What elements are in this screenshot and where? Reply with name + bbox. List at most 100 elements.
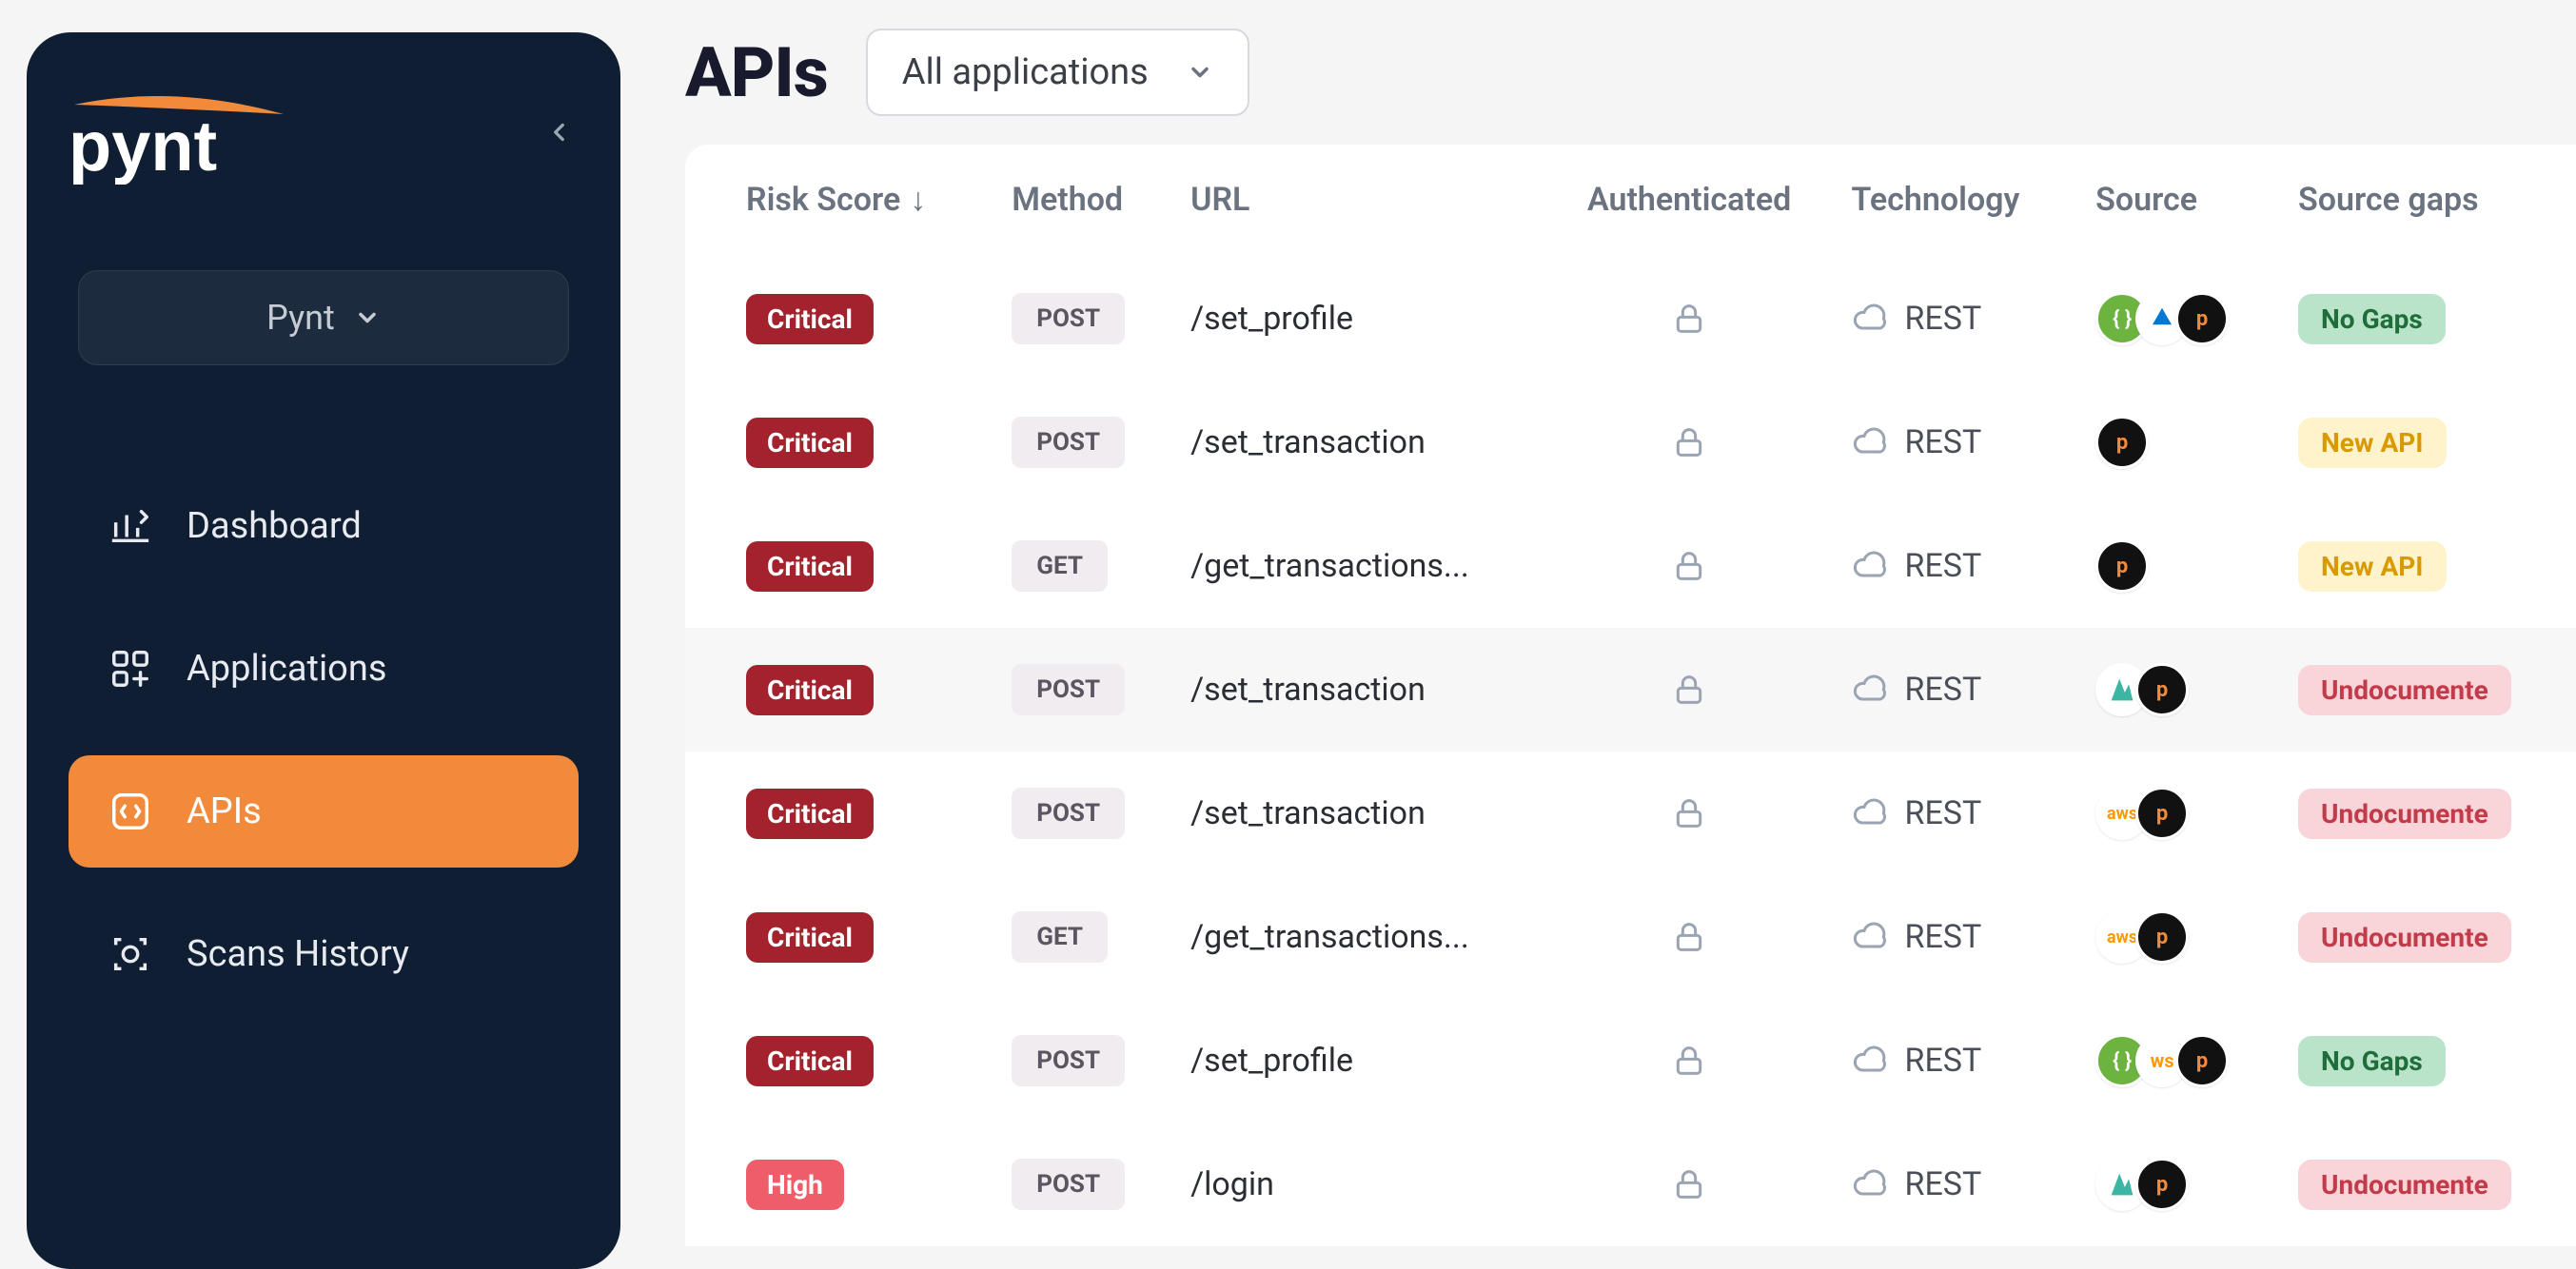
logo-row: pynt xyxy=(69,80,579,185)
table-row[interactable]: Critical POST /set_transaction REST awsp… xyxy=(685,752,2576,875)
api-url: /set_profile xyxy=(1190,1042,1353,1080)
table-row[interactable]: Critical GET /get_transactions... REST a… xyxy=(685,875,2576,999)
col-method[interactable]: Method xyxy=(993,154,1171,257)
api-url: /get_transactions... xyxy=(1190,918,1469,956)
sidebar-item-applications[interactable]: Applications xyxy=(69,613,579,725)
tech-label: REST xyxy=(1905,1042,1982,1080)
sidebar-panel: pynt Pynt Dashboard xyxy=(27,32,620,1269)
method-badge: POST xyxy=(1012,1159,1125,1210)
source-pynt-icon: p xyxy=(2135,663,2189,716)
source-gap-badge: Undocumente xyxy=(2298,1160,2511,1210)
tech-label: REST xyxy=(1905,300,1982,338)
method-badge: POST xyxy=(1012,293,1125,344)
method-badge: POST xyxy=(1012,1035,1125,1086)
source-pynt-icon: p xyxy=(2095,416,2149,469)
cloud-icon xyxy=(1852,547,1890,585)
method-badge: GET xyxy=(1012,911,1108,963)
chevron-left-icon xyxy=(547,120,572,145)
api-url: /set_transaction xyxy=(1190,423,1426,461)
api-url: /set_transaction xyxy=(1190,794,1426,832)
api-url: /login xyxy=(1190,1165,1274,1203)
source-gap-badge: New API xyxy=(2298,418,2446,468)
risk-badge: Critical xyxy=(746,541,874,592)
risk-badge: Critical xyxy=(746,294,874,344)
source-gap-badge: Undocumente xyxy=(2298,665,2511,715)
technology-cell: REST xyxy=(1852,1042,2058,1080)
source-pynt-icon: p xyxy=(2095,539,2149,593)
source-cell: p xyxy=(2095,663,2260,716)
brand-logo: pynt xyxy=(69,80,287,185)
risk-badge: High xyxy=(746,1160,844,1210)
col-url[interactable]: URL xyxy=(1171,154,1546,257)
source-pynt-icon: p xyxy=(2175,1034,2229,1087)
source-gap-badge: No Gaps xyxy=(2298,1036,2446,1086)
source-pynt-icon: p xyxy=(2175,292,2229,345)
col-risk[interactable]: Risk Score↓ xyxy=(685,154,993,257)
source-gap-badge: Undocumente xyxy=(2298,789,2511,839)
org-selector[interactable]: Pynt xyxy=(78,270,569,365)
cloud-icon xyxy=(1852,671,1890,709)
col-auth[interactable]: Authenticated xyxy=(1546,154,1833,257)
applications-icon xyxy=(107,645,154,693)
tech-label: REST xyxy=(1905,794,1982,832)
header-row: APIs All applications xyxy=(647,29,2576,145)
cloud-icon xyxy=(1852,423,1890,461)
authenticated-cell xyxy=(1565,794,1814,832)
sidebar-item-label: Dashboard xyxy=(187,505,362,547)
sidebar-item-label: Scans History xyxy=(187,933,409,975)
table-row[interactable]: Critical POST /set_transaction REST p Un… xyxy=(685,628,2576,752)
apis-icon xyxy=(107,788,154,835)
application-filter[interactable]: All applications xyxy=(866,29,1249,116)
lock-icon xyxy=(1670,300,1708,338)
api-url: /get_transactions... xyxy=(1190,547,1469,585)
col-source[interactable]: Source xyxy=(2076,154,2279,257)
source-pynt-icon: p xyxy=(2135,910,2189,964)
source-cell: p xyxy=(2095,416,2260,469)
table-row[interactable]: High POST /login REST p Undocumente xyxy=(685,1123,2576,1246)
sidebar-collapse-button[interactable] xyxy=(541,113,579,151)
source-cell: p xyxy=(2095,1158,2260,1211)
brand-name-text: pynt xyxy=(69,107,217,185)
api-url: /set_transaction xyxy=(1190,671,1426,709)
source-gap-badge: No Gaps xyxy=(2298,294,2446,344)
col-tech[interactable]: Technology xyxy=(1833,154,2077,257)
authenticated-cell xyxy=(1565,1165,1814,1203)
sort-desc-icon: ↓ xyxy=(910,181,926,219)
tech-label: REST xyxy=(1905,1165,1982,1203)
cloud-icon xyxy=(1852,1165,1890,1203)
page-title: APIs xyxy=(685,32,828,113)
table-row[interactable]: Critical POST /set_profile REST { }wsp N… xyxy=(685,999,2576,1123)
col-gaps[interactable]: Source gaps xyxy=(2279,154,2576,257)
table-row[interactable]: Critical POST /set_profile REST { }p No … xyxy=(685,257,2576,381)
technology-cell: REST xyxy=(1852,300,2058,338)
source-pynt-icon: p xyxy=(2135,1158,2189,1211)
lock-icon xyxy=(1670,1042,1708,1080)
filter-label: All applications xyxy=(902,51,1149,93)
authenticated-cell xyxy=(1565,423,1814,461)
method-badge: POST xyxy=(1012,664,1125,715)
risk-badge: Critical xyxy=(746,1036,874,1086)
cloud-icon xyxy=(1852,1042,1890,1080)
sidebar-nav: Dashboard Applications APIs xyxy=(69,470,579,1010)
table-row[interactable]: Critical GET /get_transactions... REST p… xyxy=(685,504,2576,628)
table-row[interactable]: Critical POST /set_transaction REST p Ne… xyxy=(685,381,2576,504)
sidebar-item-apis[interactable]: APIs xyxy=(69,755,579,868)
lock-icon xyxy=(1670,794,1708,832)
table-header-row: Risk Score↓ Method URL Authenticated Tec… xyxy=(685,154,2576,257)
sidebar-item-scans-history[interactable]: Scans History xyxy=(69,898,579,1010)
lock-icon xyxy=(1670,423,1708,461)
risk-badge: Critical xyxy=(746,418,874,468)
api-url: /set_profile xyxy=(1190,300,1353,338)
method-badge: POST xyxy=(1012,417,1125,468)
dashboard-icon xyxy=(107,502,154,550)
source-gap-badge: Undocumente xyxy=(2298,912,2511,963)
sidebar-item-dashboard[interactable]: Dashboard xyxy=(69,470,579,582)
technology-cell: REST xyxy=(1852,1165,2058,1203)
lock-icon xyxy=(1670,547,1708,585)
tech-label: REST xyxy=(1905,423,1982,461)
technology-cell: REST xyxy=(1852,671,2058,709)
method-badge: GET xyxy=(1012,540,1108,592)
tech-label: REST xyxy=(1905,671,1982,709)
sidebar-item-label: APIs xyxy=(187,791,262,832)
apis-table: Risk Score↓ Method URL Authenticated Tec… xyxy=(685,145,2576,1246)
